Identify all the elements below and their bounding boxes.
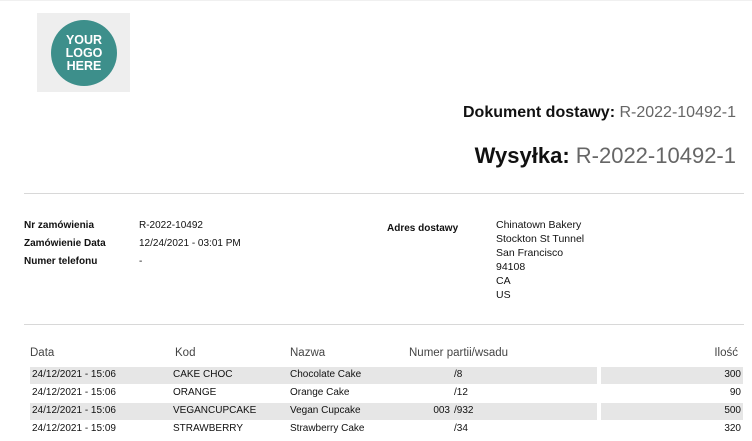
row-batch: /34 [454,423,468,434]
row-date: 24/12/2021 - 15:09 [32,423,116,434]
section-divider [24,193,744,194]
order-number-label: Nr zamówienia [24,220,95,231]
column-header-name: Nazwa [290,347,326,359]
row-quantity: 300 [724,369,741,380]
order-date-label: Zamówienie Data [24,238,106,249]
logo-text: YOUR LOGO HERE [65,32,103,73]
column-header-batch: Numer partii/wsadu [409,347,509,359]
row-name: Chocolate Cake [290,369,362,380]
column-header-code: Kod [175,347,196,359]
address-line: Chinatown Bakery [496,219,582,231]
order-number-value: R-2022-10492 [139,220,203,231]
document-number: R-2022-10492-1 [619,104,736,121]
row-batch: /8 [454,369,463,380]
logo-placeholder: YOUR LOGO HERE [37,13,130,92]
phone-value: - [139,256,143,267]
top-divider [0,0,752,1]
row-date: 24/12/2021 - 15:06 [32,387,116,398]
document-title: Dokument dostawy: R-2022-10492-1 [463,104,736,122]
row-code: STRAWBERRY [173,423,244,434]
section-divider [24,324,744,325]
address-line: 94108 [496,261,526,273]
document-label: Dokument dostawy: [463,104,616,121]
row-batch-prefix: 003 [433,405,450,416]
phone-label: Numer telefonu [24,256,98,267]
shipment-label: Wysyłka: [474,143,570,168]
shipment-number: R-2022-10492-1 [575,143,736,168]
logo-circle: YOUR LOGO HERE [51,20,117,86]
order-date-value: 12/24/2021 - 03:01 PM [139,238,241,249]
shipment-title: Wysyłka: R-2022-10492-1 [475,143,736,169]
row-quantity: 90 [729,387,741,398]
row-name: Vegan Cupcake [290,405,361,416]
row-name: Strawberry Cake [290,423,365,434]
column-header-date: Data [30,347,55,359]
address-line: Stockton St Tunnel [496,233,585,245]
row-batch: /12 [454,387,468,398]
column-header-quantity: Ilość [714,347,738,359]
row-quantity: 500 [724,405,741,416]
row-quantity: 320 [724,423,741,434]
row-code: VEGANCUPCAKE [173,405,257,416]
row-name: Orange Cake [290,387,350,398]
row-date: 24/12/2021 - 15:06 [32,405,116,416]
delivery-address-label: Adres dostawy [387,223,459,234]
address-line: US [496,289,511,301]
address-line: San Francisco [496,247,564,259]
row-date: 24/12/2021 - 15:06 [32,369,116,380]
row-code: CAKE CHOC [173,369,233,380]
address-line: CA [496,275,511,287]
delivery-address: Chinatown Bakery Stockton St Tunnel San … [496,218,584,302]
row-code: ORANGE [173,387,217,398]
row-batch: /932 [454,405,474,416]
